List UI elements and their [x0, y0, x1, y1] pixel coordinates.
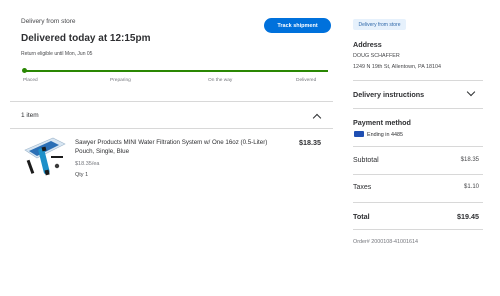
card-ending: Ending in 4485 [367, 132, 403, 138]
total-value: $19.45 [457, 212, 479, 221]
items-count-header[interactable]: 1 item [21, 112, 39, 119]
total-label: Total [353, 212, 370, 221]
step-placed: Placed [23, 78, 38, 83]
delivery-progress-bar [24, 70, 328, 72]
step-preparing: Preparing [110, 78, 131, 83]
product-image[interactable] [23, 136, 73, 178]
order-number: Order# 2000108-41001614 [353, 239, 419, 245]
subtotal-label: Subtotal [353, 157, 379, 164]
taxes-label: Taxes [353, 184, 372, 191]
address-name: DOUG SCHAFFER [353, 53, 400, 59]
chevron-down-icon[interactable] [466, 87, 476, 97]
delivery-instructions-toggle[interactable]: Delivery instructions [353, 90, 424, 99]
payment-method-title: Payment method [353, 118, 411, 127]
section-divider [10, 101, 333, 102]
product-name-link[interactable]: Sawyer Products MINI Water Filtration Sy… [75, 138, 275, 156]
unit-price: $18.35/ea [75, 161, 100, 167]
line-item-price: $18.35 [299, 138, 321, 147]
quantity: Qty 1 [75, 172, 89, 178]
subtotal-divider [353, 174, 483, 175]
track-shipment-button[interactable]: Track shipment [264, 18, 331, 33]
progress-start-dot [22, 68, 27, 73]
taxes-divider [353, 202, 483, 203]
fulfillment-type: Delivery from store [21, 18, 76, 25]
order-summary-panel: Delivery from store Address DOUG SCHAFFE… [353, 0, 483, 296]
instructions-divider [353, 108, 483, 109]
credit-card-icon [354, 131, 364, 137]
delivery-status-title: Delivered today at 12:15pm [21, 33, 151, 44]
subtotal-value: $18.35 [460, 157, 479, 163]
return-eligibility-note: Return eligible until Mon, Jun 05 [21, 51, 93, 57]
payment-divider [353, 146, 483, 147]
step-on-the-way: On the way [208, 78, 233, 83]
fulfillment-badge: Delivery from store [353, 19, 406, 30]
total-divider [353, 229, 483, 230]
taxes-value: $1.10 [463, 184, 479, 190]
shipment-panel: Delivery from store Delivered today at 1… [10, 0, 333, 296]
address-street: 1249 N 19th St, Allentown, PA 18104 [353, 64, 442, 70]
address-divider [353, 80, 483, 81]
items-divider [10, 128, 333, 129]
chevron-up-icon[interactable] [312, 113, 322, 123]
address-title: Address [353, 40, 382, 49]
step-delivered: Delivered [296, 78, 317, 83]
